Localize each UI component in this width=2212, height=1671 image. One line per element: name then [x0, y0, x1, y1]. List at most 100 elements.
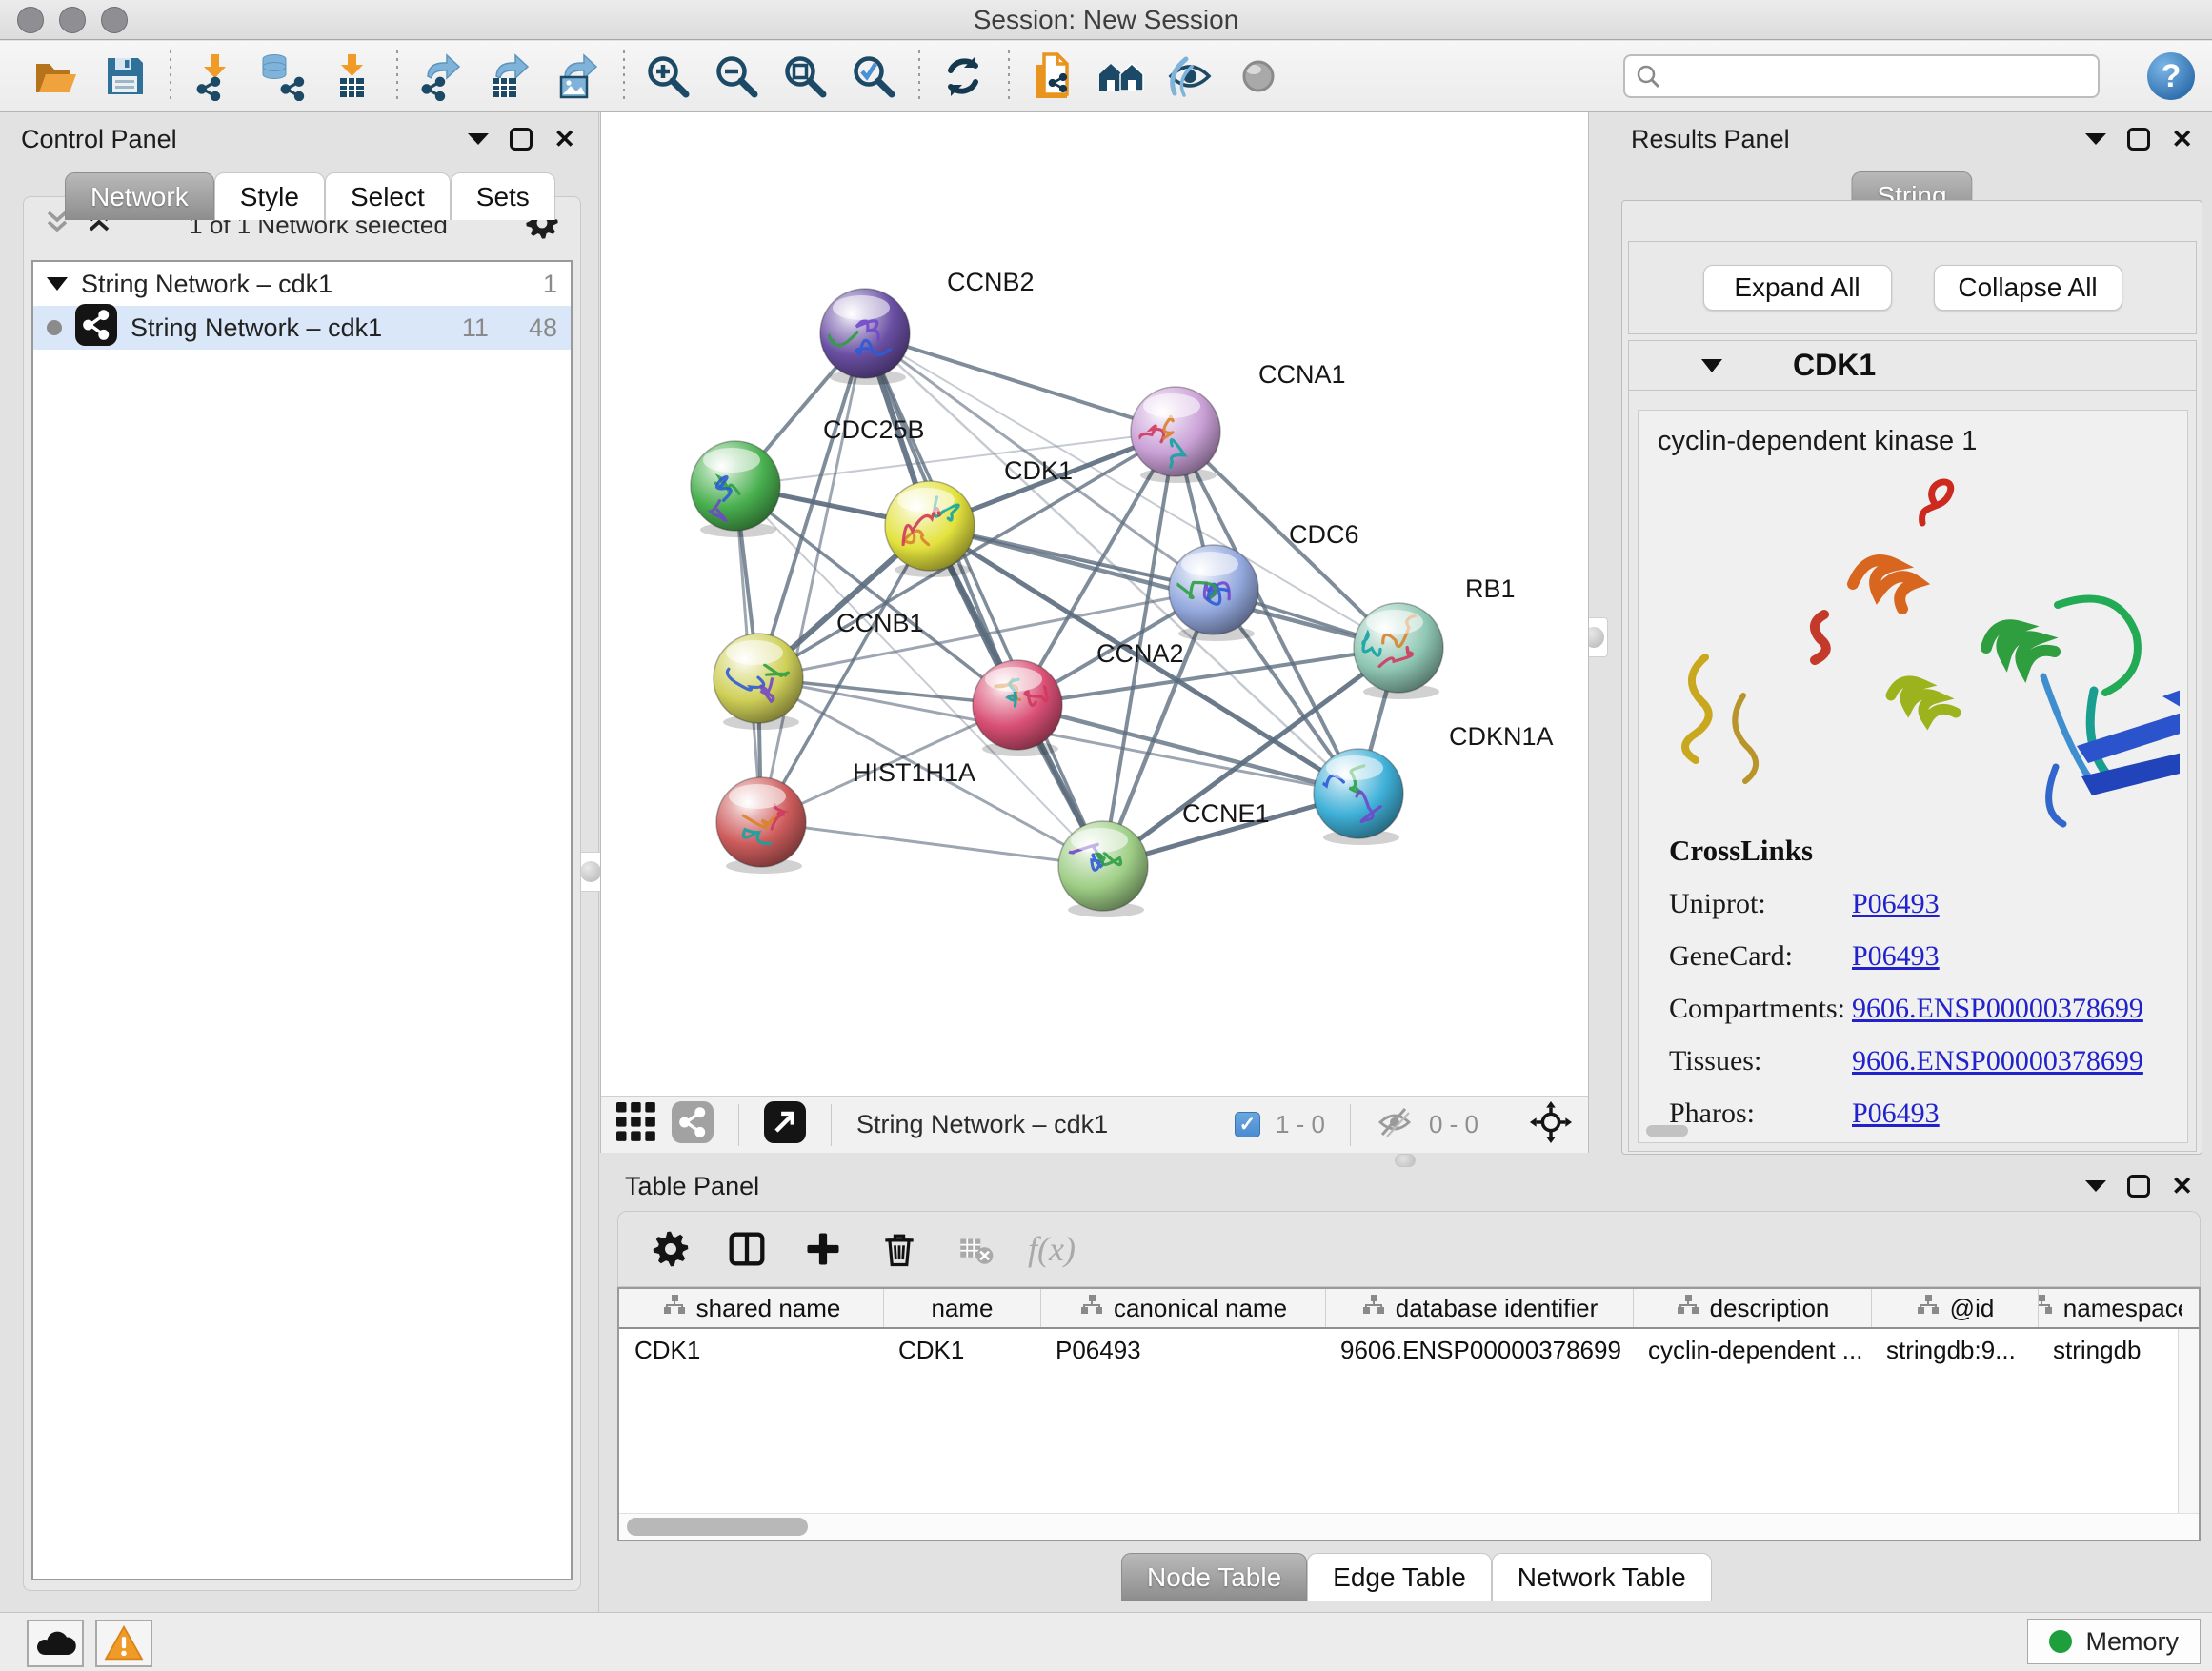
maximize-panel-icon[interactable]	[2127, 1175, 2150, 1198]
table-row[interactable]: CDK1CDK1P064939606.ENSP00000378699cyclin…	[619, 1329, 2199, 1371]
column-header-namespace[interactable]: namespace	[2038, 1289, 2182, 1327]
results-h-scrollbar[interactable]	[1646, 1125, 1688, 1137]
export-network-icon[interactable]	[413, 49, 469, 104]
crosslink-link[interactable]: 9606.ENSP00000378699	[1852, 993, 2143, 1025]
open-session-icon[interactable]	[29, 49, 84, 104]
tab-network[interactable]: Network	[65, 172, 214, 220]
share-document-icon[interactable]	[1025, 49, 1080, 104]
save-session-icon[interactable]	[97, 49, 152, 104]
crosslink-link[interactable]: 9606.ENSP00000378699	[1852, 1045, 2143, 1077]
add-column-icon[interactable]	[799, 1225, 847, 1273]
tab-edge-table[interactable]: Edge Table	[1307, 1553, 1492, 1601]
tree-column-icon	[1079, 1294, 1104, 1323]
network-node-CCNE1[interactable]: CCNE1	[1058, 799, 1270, 917]
network-node-RB1[interactable]: RB1	[1352, 574, 1515, 699]
export-table-icon[interactable]	[482, 49, 537, 104]
search-input[interactable]	[1623, 54, 2100, 98]
help-icon[interactable]: ?	[2147, 52, 2195, 100]
results-panel: Results Panel ✕ String Expand All Collap…	[1619, 120, 2204, 1158]
table-cell: P06493	[1040, 1329, 1325, 1371]
selected-checkbox[interactable]: ✓	[1235, 1112, 1260, 1137]
fit-selected-icon[interactable]	[1529, 1100, 1573, 1149]
toolbar-separator	[918, 50, 920, 102]
maximize-panel-icon[interactable]	[510, 128, 533, 151]
crosslink-link[interactable]: P06493	[1852, 888, 1940, 920]
node-table: shared namenamecanonical namedatabase id…	[617, 1287, 2201, 1541]
table-h-scrollbar-thumb[interactable]	[627, 1518, 808, 1536]
collapse-all-button[interactable]: Collapse All	[1934, 265, 2122, 311]
hidden-counts: 0 - 0	[1429, 1110, 1478, 1139]
close-panel-icon[interactable]: ✕	[2171, 1172, 2193, 1201]
home-icon[interactable]	[1094, 49, 1149, 104]
network-node-CCNA1[interactable]: CCNA1	[1131, 360, 1346, 483]
delete-column-icon[interactable]	[875, 1225, 923, 1273]
network-view[interactable]: CCNB2CCNA1CDC25BCDK1CDC6RB1CCNB1CCNA2CDK…	[600, 112, 1589, 1153]
maximize-window-icon[interactable]	[101, 7, 128, 33]
table-v-scrollbar[interactable]	[2178, 1329, 2199, 1513]
column-header-@id[interactable]: @id	[1871, 1289, 2038, 1327]
protein-structure-image	[1648, 462, 2180, 835]
grid-icon[interactable]	[616, 1102, 656, 1147]
column-header-description[interactable]: description	[1633, 1289, 1871, 1327]
tab-select[interactable]: Select	[325, 172, 451, 220]
open-in-window-icon[interactable]	[764, 1101, 806, 1148]
collapse-entry-icon[interactable]	[1701, 359, 1722, 372]
birdseye-share-icon[interactable]	[672, 1101, 714, 1148]
import-table-icon[interactable]	[324, 49, 379, 104]
network-graph[interactable]: CCNB2CCNA1CDC25BCDK1CDC6RB1CCNB1CCNA2CDK…	[601, 112, 1588, 1098]
tab-network-table[interactable]: Network Table	[1492, 1553, 1712, 1601]
toolbar-separator	[396, 50, 398, 102]
refresh-layout-icon[interactable]	[935, 49, 991, 104]
column-header-database-identifier[interactable]: database identifier	[1325, 1289, 1633, 1327]
float-panel-icon[interactable]	[2085, 1180, 2106, 1192]
minimize-window-icon[interactable]	[59, 7, 86, 33]
network-node-CCNB2[interactable]: CCNB2	[820, 268, 1035, 385]
float-panel-icon[interactable]	[468, 133, 489, 145]
collapse-collection-icon[interactable]	[47, 277, 68, 291]
columns-icon[interactable]	[723, 1225, 771, 1273]
network-node-CDKN1A[interactable]: CDKN1A	[1307, 722, 1554, 845]
entry-header[interactable]: CDK1	[1629, 341, 2196, 391]
export-image-icon[interactable]	[551, 49, 606, 104]
zoom-fit-icon[interactable]	[777, 49, 833, 104]
zoom-selected-icon[interactable]	[846, 49, 901, 104]
column-header-name[interactable]: name	[883, 1289, 1040, 1327]
titlebar: Session: New Session	[0, 0, 2212, 40]
node-count: 11	[462, 313, 489, 343]
maximize-panel-icon[interactable]	[2127, 128, 2150, 151]
close-panel-icon[interactable]: ✕	[553, 125, 575, 154]
close-window-icon[interactable]	[17, 7, 44, 33]
tab-style[interactable]: Style	[214, 172, 325, 220]
network-collection-row[interactable]: String Network – cdk1 1	[33, 262, 571, 306]
network-node-HIST1H1A[interactable]: HIST1H1A	[716, 758, 975, 874]
column-header-canonical-name[interactable]: canonical name	[1040, 1289, 1325, 1327]
crosslink-link[interactable]: P06493	[1852, 1097, 1940, 1130]
entry-gene-name: CDK1	[1793, 348, 1876, 383]
import-network-file-icon[interactable]	[187, 49, 242, 104]
crosslink-label: Compartments:	[1669, 993, 1852, 1025]
gear-icon[interactable]	[647, 1225, 694, 1273]
hidden-eye-icon[interactable]	[1376, 1105, 1414, 1144]
tab-sets[interactable]: Sets	[451, 172, 555, 220]
cloud-icon[interactable]	[27, 1620, 84, 1667]
show-eye-icon[interactable]	[1231, 49, 1286, 104]
expand-all-button[interactable]: Expand All	[1703, 265, 1892, 311]
memory-button[interactable]: Memory	[2027, 1619, 2201, 1664]
tree-column-icon	[2038, 1294, 2054, 1323]
column-header-shared-name[interactable]: shared name	[619, 1289, 883, 1327]
zoom-in-icon[interactable]	[640, 49, 695, 104]
hide-selected-icon[interactable]	[1162, 49, 1217, 104]
search-icon	[1635, 63, 1661, 94]
control-panel: Control Panel ✕ NetworkStyleSelectSets 1…	[8, 120, 589, 1608]
tab-node-table[interactable]: Node Table	[1121, 1553, 1307, 1601]
table-h-scrollbar[interactable]	[619, 1513, 2199, 1540]
svg-text:CDC6: CDC6	[1289, 520, 1359, 549]
network-row[interactable]: String Network – cdk1 11 48	[33, 306, 571, 350]
zoom-out-icon[interactable]	[709, 49, 764, 104]
crosslink-link[interactable]: P06493	[1852, 940, 1940, 973]
close-panel-icon[interactable]: ✕	[2171, 125, 2193, 154]
bottom-splitter-handle[interactable]	[1395, 1154, 1416, 1167]
float-panel-icon[interactable]	[2085, 133, 2106, 145]
warning-icon[interactable]	[95, 1620, 152, 1667]
import-network-database-icon[interactable]	[255, 49, 311, 104]
